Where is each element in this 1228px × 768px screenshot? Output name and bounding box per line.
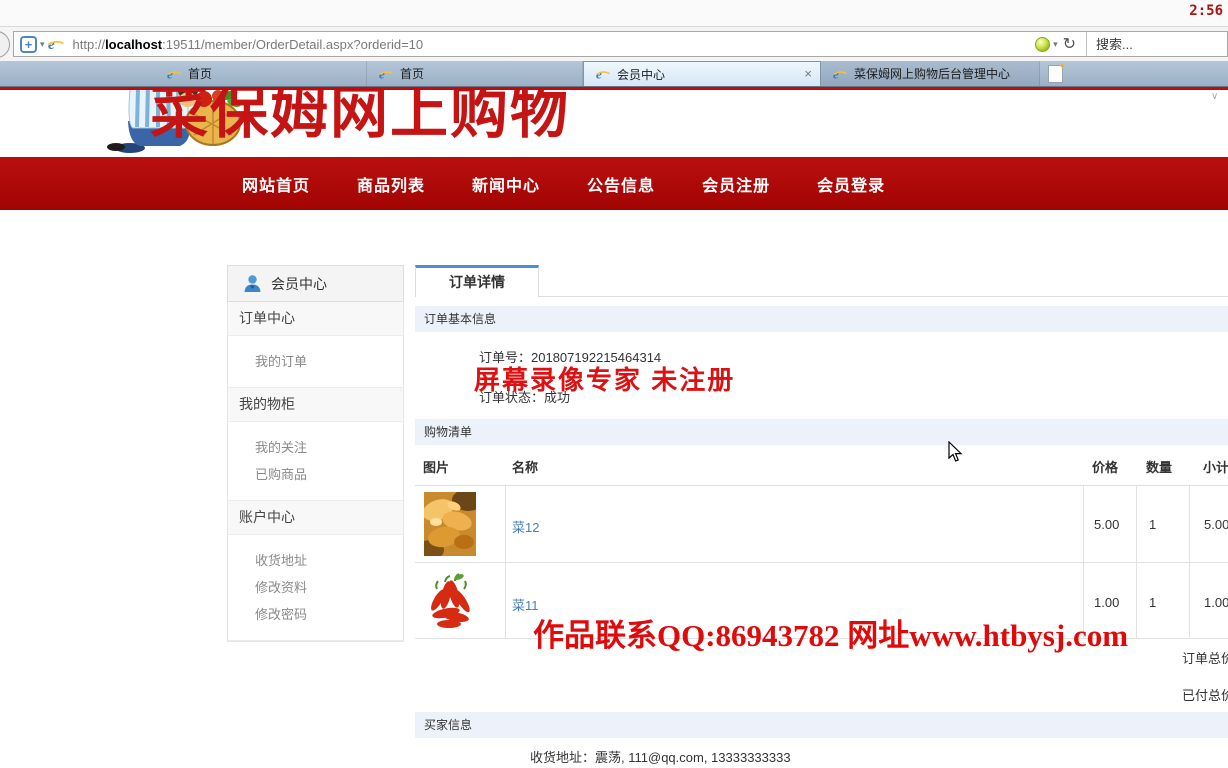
address-bar[interactable]: + ▾ http://localhost:19511/member/OrderD… <box>13 31 1228 57</box>
subtotal-cell: 1.00 <box>1204 595 1228 610</box>
col-header-quantity: 数量 <box>1146 451 1172 485</box>
search-input[interactable] <box>1087 33 1227 55</box>
site-shield-icon[interactable]: + <box>20 36 37 53</box>
shipping-address-row: 收货地址：震荡, 111@qq.com, 13333333333 <box>530 747 791 766</box>
url-host: localhost <box>105 37 162 52</box>
user-icon <box>243 274 262 293</box>
paid-total-label: 已付总价 <box>1182 685 1228 704</box>
sidebar-item-edit-profile[interactable]: 修改资料 <box>228 574 403 601</box>
quantity-cell: 1 <box>1149 595 1156 610</box>
tab-home-2[interactable]: 首页 <box>367 61 583 86</box>
sidebar-item-address[interactable]: 收货地址 <box>228 547 403 574</box>
ie-page-icon <box>48 36 64 52</box>
screen-recorder-clock: 2:56 <box>1189 3 1223 19</box>
sidebar-menu: 订单中心 我的订单 我的物柜 我的关注 已购商品 账户中心 收货地址 修改资料 … <box>227 302 404 642</box>
tab-label: 菜保姆网上购物后台管理中心 <box>854 65 1010 82</box>
sidebar-item-my-follows[interactable]: 我的关注 <box>228 434 403 461</box>
sidebar-title-label: 会员中心 <box>271 274 327 294</box>
subtotal-cell: 5.00 <box>1204 517 1228 532</box>
quantity-cell: 1 <box>1149 517 1156 532</box>
product-link[interactable]: 菜12 <box>512 517 539 536</box>
main-navigation: 网站首页 商品列表 新闻中心 公告信息 会员注册 会员登录 <box>0 157 1228 210</box>
member-sidebar: 会员中心 订单中心 我的订单 我的物柜 我的关注 已购商品 账户中心 收货地址 … <box>227 265 404 642</box>
sidebar-group-locker: 我的物柜 <box>228 388 403 422</box>
sidebar-item-purchased[interactable]: 已购商品 <box>228 461 403 488</box>
product-image-mushrooms[interactable] <box>424 492 476 556</box>
address-label: 收货地址： <box>530 750 595 765</box>
ie-favicon <box>596 67 610 81</box>
col-header-name: 名称 <box>512 451 538 485</box>
tab-admin-center[interactable]: 菜保姆网上购物后台管理中心 <box>821 61 1040 86</box>
section-header-buyer: 买家信息 <box>415 712 1228 738</box>
sidebar-item-change-password[interactable]: 修改密码 <box>228 601 403 628</box>
nav-item-notices[interactable]: 公告信息 <box>587 172 655 196</box>
ie-favicon <box>167 67 181 81</box>
section-header-cart: 购物清单 <box>415 419 1228 445</box>
price-cell: 5.00 <box>1094 517 1119 532</box>
page-content: 菜保姆网上购物 ∨ 网站首页 商品列表 新闻中心 公告信息 会员注册 会员登录 … <box>0 87 1228 768</box>
sidebar-group-account: 账户中心 <box>228 501 403 535</box>
chevron-down-icon[interactable]: ∨ <box>1211 91 1218 102</box>
address-value: 震荡, 111@qq.com, 13333333333 <box>595 750 791 765</box>
mouse-cursor <box>948 441 963 463</box>
nav-item-login[interactable]: 会员登录 <box>817 172 885 196</box>
tab-label: 会员中心 <box>617 66 665 83</box>
site-logo-text[interactable]: 菜保姆网上购物 <box>150 87 570 149</box>
product-image-chilies[interactable] <box>424 567 476 633</box>
page-action-icon[interactable] <box>1035 37 1050 52</box>
sparkle-icon: ✦ <box>1058 61 1066 72</box>
nav-item-news[interactable]: 新闻中心 <box>472 172 540 196</box>
close-icon[interactable]: × <box>804 66 812 81</box>
chevron-down-icon[interactable]: ▾ <box>1053 39 1058 50</box>
recorder-watermark-contact: 作品联系QQ:86943782 网址www.htbysj.com <box>533 610 1128 655</box>
col-header-subtotal: 小计 <box>1203 451 1228 485</box>
sidebar-group-orders: 订单中心 <box>228 302 403 336</box>
divider <box>415 562 1228 563</box>
col-header-price: 价格 <box>1092 451 1118 485</box>
refresh-icon[interactable]: ↻ <box>1063 34 1076 54</box>
divider <box>415 485 1228 486</box>
url-path: :19511/member/OrderDetail.aspx?orderid=1… <box>162 37 423 52</box>
tab-order-detail[interactable]: 订单详情 <box>415 265 539 297</box>
section-header-basic-info: 订单基本信息 <box>415 306 1228 332</box>
chevron-down-icon[interactable]: ▾ <box>40 39 45 50</box>
tab-home-1[interactable]: 首页 <box>155 61 367 86</box>
tab-member-center-active[interactable]: 会员中心 × <box>583 61 821 86</box>
new-tab-button[interactable]: ✦ <box>1048 65 1063 83</box>
nav-item-register[interactable]: 会员注册 <box>702 172 770 196</box>
nav-item-home[interactable]: 网站首页 <box>242 172 310 196</box>
ie-favicon <box>379 67 393 81</box>
window-titlebar: 2:56 <box>0 0 1228 27</box>
url-text[interactable]: http://localhost:19511/member/OrderDetai… <box>73 37 424 52</box>
browser-toolbar: + ▾ http://localhost:19511/member/OrderD… <box>0 27 1228 61</box>
browser-tab-bar: 首页 首页 会员中心 × 菜保姆网上购物后台管理中心 ✦ <box>0 61 1228 87</box>
recorder-watermark-text: 屏幕录像专家 未注册 <box>474 360 735 397</box>
nav-item-products[interactable]: 商品列表 <box>357 172 425 196</box>
tab-label: 首页 <box>400 65 424 82</box>
tab-label: 首页 <box>188 65 212 82</box>
ie-favicon <box>833 67 847 81</box>
back-button[interactable] <box>0 31 10 58</box>
sidebar-title: 会员中心 <box>227 265 404 302</box>
url-protocol: http:// <box>73 37 106 52</box>
order-total-label: 订单总价 <box>1182 648 1228 667</box>
price-cell: 1.00 <box>1094 595 1119 610</box>
sidebar-item-my-orders[interactable]: 我的订单 <box>228 348 403 375</box>
col-header-image: 图片 <box>423 451 449 485</box>
